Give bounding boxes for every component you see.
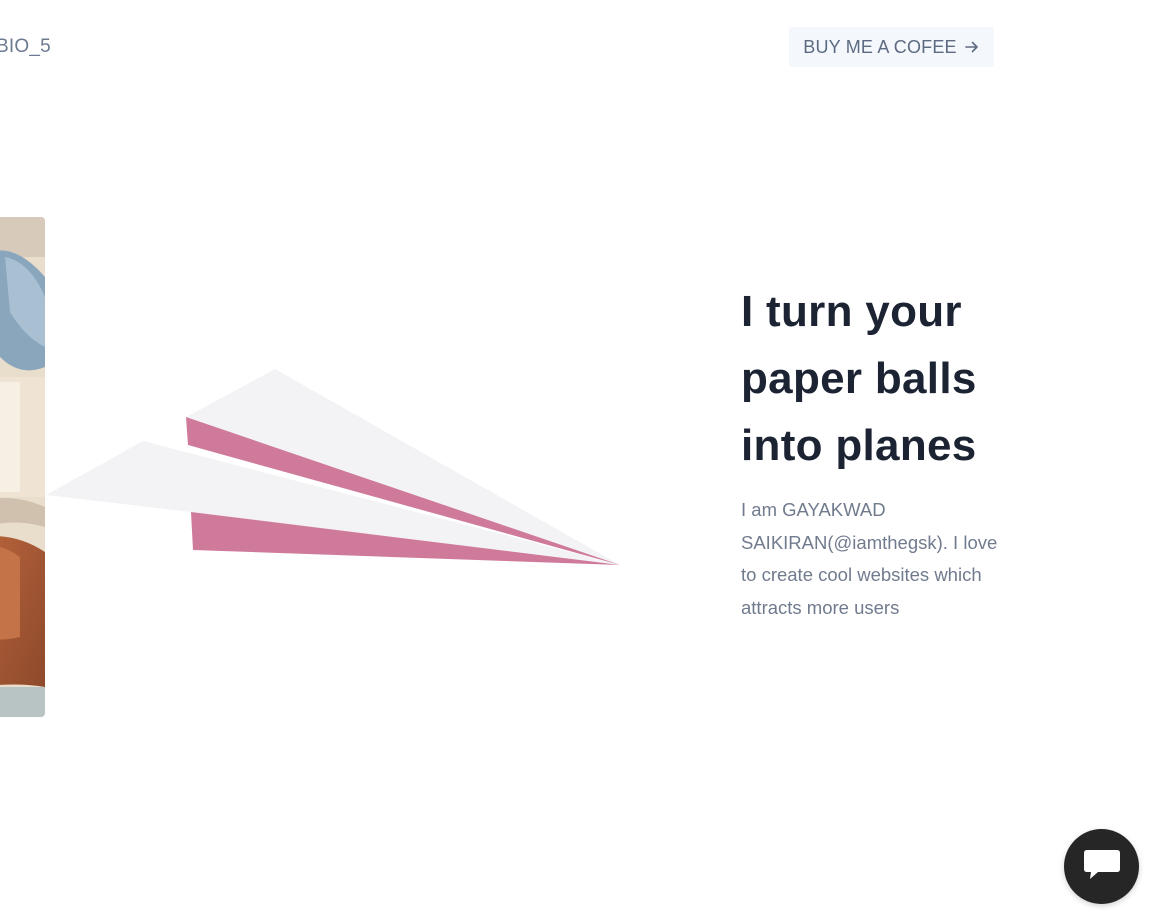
headline-line: I turn your xyxy=(741,287,962,336)
chat-button[interactable] xyxy=(1064,829,1139,904)
buy-coffee-button[interactable]: BUY ME A COFEE xyxy=(789,27,994,67)
buy-coffee-label: BUY ME A COFEE xyxy=(803,36,957,57)
paper-plane-illustration xyxy=(40,360,640,585)
arrow-right-icon xyxy=(964,39,980,55)
headline-line: paper balls xyxy=(741,354,977,403)
hero-headline: I turn your paper balls into planes xyxy=(741,278,1041,479)
hero-bio: I am GAYAKWAD SAIKIRAN(@iamthegsk). I lo… xyxy=(741,499,998,618)
headline-line: into planes xyxy=(741,421,977,470)
page: BIO_5 BUY ME A COFEE I turn your paper b… xyxy=(0,0,1154,923)
hero-photo xyxy=(0,217,45,717)
chat-bubble-icon xyxy=(1082,847,1122,886)
brand-logo[interactable]: BIO_5 xyxy=(0,36,51,58)
